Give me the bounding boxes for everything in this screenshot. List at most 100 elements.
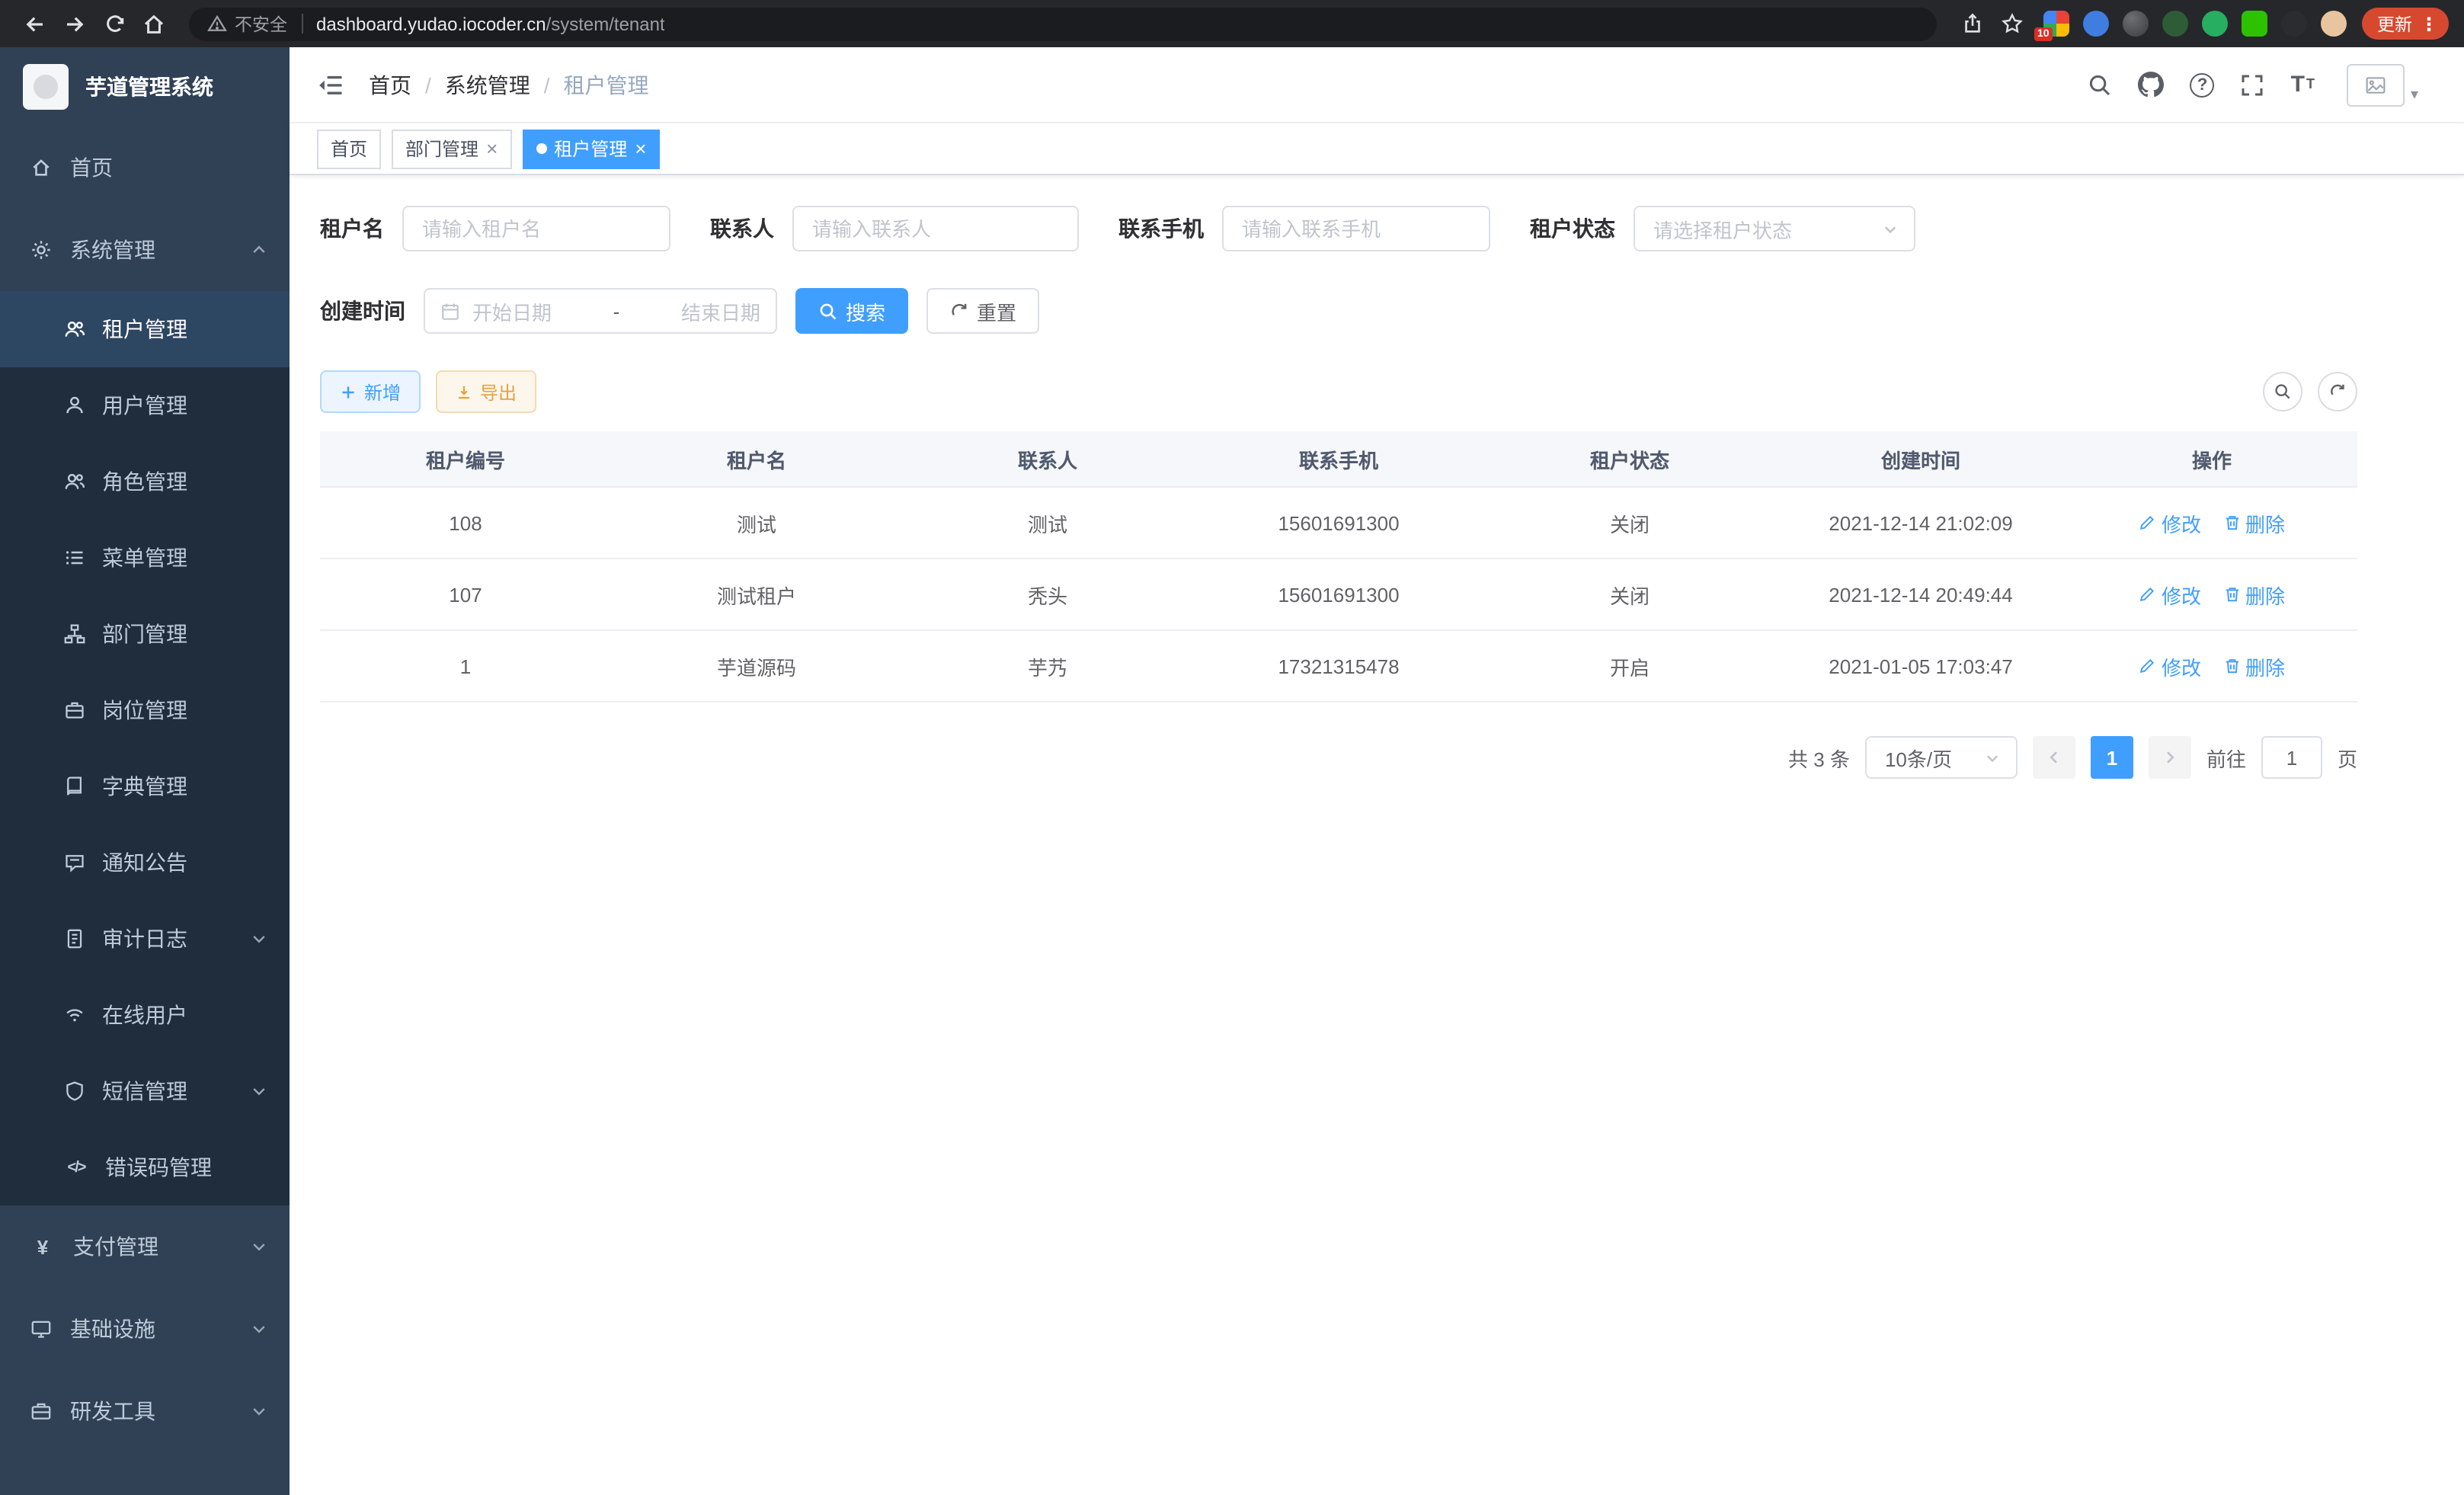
- search-icon: [2274, 383, 2292, 401]
- extension-icon[interactable]: 10: [2043, 11, 2069, 37]
- browser-back-button[interactable]: [15, 4, 55, 43]
- back-arrow-icon: [23, 11, 47, 36]
- sidebar-item-devtools[interactable]: 研发工具: [0, 1370, 290, 1452]
- browser-reload-button[interactable]: [94, 4, 134, 43]
- phone-input[interactable]: [1222, 206, 1490, 251]
- fullscreen-button[interactable]: [2241, 72, 2265, 97]
- extension-icon[interactable]: [2202, 11, 2228, 37]
- column-header: 联系人: [902, 444, 1193, 473]
- close-icon[interactable]: ×: [635, 139, 646, 158]
- browser-share-button[interactable]: [1952, 4, 1992, 43]
- extension-icon[interactable]: [2242, 11, 2267, 37]
- column-header: 创建时间: [1775, 444, 2066, 473]
- chevron-down-icon: [250, 1082, 268, 1100]
- share-icon: [1960, 12, 1983, 35]
- delete-link[interactable]: 删除: [2222, 651, 2285, 680]
- chevron-down-icon: [1882, 220, 1899, 237]
- font-size-button[interactable]: TT: [2291, 73, 2315, 96]
- search-button[interactable]: 搜索: [795, 288, 908, 334]
- browser-menu-icon[interactable]: ⋮: [2420, 13, 2438, 34]
- table-row: 107 测试租户 秃头 15601691300 关闭 2021-12-14 20…: [320, 558, 2357, 629]
- tab-tenant[interactable]: 租户管理 ×: [522, 129, 660, 168]
- hide-search-button[interactable]: [2263, 372, 2302, 411]
- breadcrumb-system[interactable]: 系统管理: [445, 69, 530, 100]
- sidebar-item-user[interactable]: 用户管理: [0, 367, 290, 443]
- sidebar-collapse-button[interactable]: [317, 71, 344, 98]
- edit-link[interactable]: 修改: [2139, 580, 2201, 609]
- filter-row-1: 租户名 联系人 联系手机 租户状态 请选择租户状态: [320, 206, 2357, 251]
- total-count: 共 3 条: [1788, 743, 1850, 772]
- page-size-select[interactable]: 10条/页: [1865, 736, 2018, 779]
- sidebar-item-audit-log[interactable]: 审计日志: [0, 901, 290, 977]
- sidebar-item-label: 在线用户: [102, 1000, 187, 1030]
- prev-page-button[interactable]: [2033, 736, 2075, 779]
- sidebar-item-post[interactable]: 岗位管理: [0, 672, 290, 748]
- sidebar-item-dept[interactable]: 部门管理: [0, 596, 290, 672]
- header-search-button[interactable]: [2088, 72, 2113, 97]
- chevron-down-icon: [250, 1237, 268, 1256]
- add-button[interactable]: 新增: [320, 370, 421, 413]
- sidebar-item-menu[interactable]: 菜单管理: [0, 520, 290, 596]
- breadcrumb-home[interactable]: 首页: [369, 69, 411, 100]
- list-icon: [64, 547, 85, 568]
- tab-dept[interactable]: 部门管理 ×: [392, 129, 511, 168]
- sidebar-item-notice[interactable]: 通知公告: [0, 824, 290, 901]
- security-indicator[interactable]: 不安全: [207, 11, 287, 36]
- sidebar-item-system[interactable]: 系统管理: [0, 209, 290, 291]
- goto-page-input[interactable]: [2261, 736, 2322, 779]
- create-time-range-picker[interactable]: 开始日期 - 结束日期: [424, 288, 777, 334]
- code-icon: </>: [64, 1159, 88, 1176]
- close-icon[interactable]: ×: [486, 139, 498, 158]
- sidebar-item-tenant[interactable]: 租户管理: [0, 291, 290, 367]
- extension-icon[interactable]: [2321, 11, 2347, 37]
- refresh-table-button[interactable]: [2318, 372, 2357, 411]
- help-button[interactable]: ?: [2190, 72, 2215, 97]
- download-icon: [456, 383, 472, 400]
- browser-bookmark-button[interactable]: [1992, 4, 2031, 43]
- page-number-button[interactable]: 1: [2091, 736, 2133, 779]
- message-icon: [64, 852, 85, 873]
- edit-link[interactable]: 修改: [2139, 651, 2201, 680]
- search-icon: [2088, 72, 2113, 97]
- sidebar-item-sms[interactable]: 短信管理: [0, 1053, 290, 1129]
- sidebar-item-dict[interactable]: 字典管理: [0, 748, 290, 824]
- extension-icon[interactable]: [2162, 11, 2188, 37]
- browser-forward-button[interactable]: [55, 4, 94, 43]
- users-icon: [64, 319, 85, 340]
- goto-label: 前往: [2206, 743, 2246, 772]
- edit-icon: [2139, 514, 2157, 532]
- edit-link[interactable]: 修改: [2139, 508, 2201, 537]
- reset-button[interactable]: 重置: [926, 288, 1039, 334]
- address-bar[interactable]: 不安全 dashboard.yudao.iocoder.cn/system/te…: [189, 7, 1937, 40]
- reload-icon: [103, 12, 126, 35]
- contact-input[interactable]: [792, 206, 1079, 251]
- extension-icon[interactable]: [2281, 11, 2307, 37]
- trash-icon: [2222, 585, 2241, 603]
- update-label: 更新: [2377, 11, 2412, 36]
- sidebar-item-online-user[interactable]: 在线用户: [0, 977, 290, 1053]
- next-page-button[interactable]: [2149, 736, 2191, 779]
- status-label: 租户状态: [1530, 213, 1615, 244]
- sidebar-item-home[interactable]: 首页: [0, 126, 290, 209]
- app-logo[interactable]: 芋道管理系统: [0, 47, 290, 126]
- user-avatar-menu[interactable]: ▾: [2347, 63, 2418, 106]
- date-start-placeholder: 开始日期: [472, 296, 552, 325]
- delete-link[interactable]: 删除: [2222, 508, 2285, 537]
- export-button[interactable]: 导出: [436, 370, 536, 413]
- tab-home[interactable]: 首页: [317, 129, 381, 168]
- browser-home-button[interactable]: [134, 4, 174, 43]
- sidebar-item-error-code[interactable]: </> 错误码管理: [0, 1129, 290, 1205]
- sidebar-item-payment[interactable]: ¥ 支付管理: [0, 1205, 290, 1288]
- sidebar-item-label: 岗位管理: [102, 695, 187, 725]
- tenant-name-input[interactable]: [402, 206, 670, 251]
- sidebar-item-role[interactable]: 角色管理: [0, 443, 290, 520]
- github-link[interactable]: [2139, 72, 2165, 98]
- fullscreen-icon: [2241, 72, 2265, 97]
- extension-icon[interactable]: [2083, 11, 2109, 37]
- status-select[interactable]: 请选择租户状态: [1634, 206, 1915, 251]
- delete-link[interactable]: 删除: [2222, 580, 2285, 609]
- extension-badge: 10: [2034, 27, 2053, 41]
- browser-update-button[interactable]: 更新 ⋮: [2362, 8, 2449, 40]
- sidebar-item-infrastructure[interactable]: 基础设施: [0, 1288, 290, 1370]
- extension-icon[interactable]: [2123, 11, 2149, 37]
